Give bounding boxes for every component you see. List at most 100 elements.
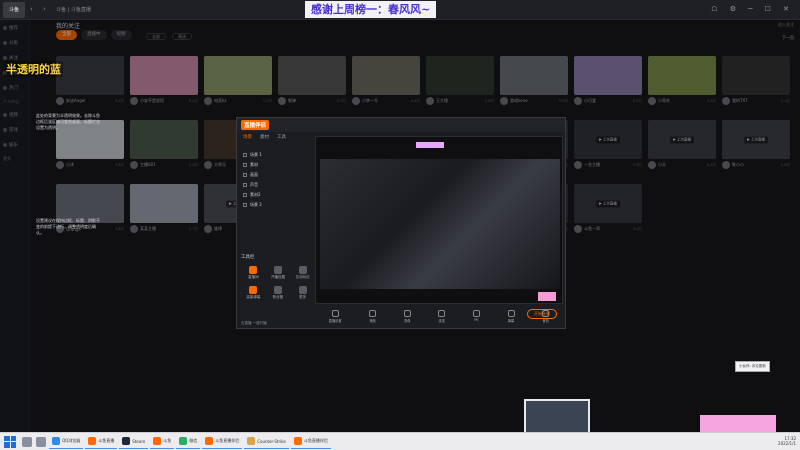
- tab-1[interactable]: 直播中: [81, 30, 107, 40]
- taskbar-app[interactable]: QQ浏览器: [49, 435, 84, 449]
- streamer-name[interactable]: 斗鱼一哥: [584, 226, 631, 232]
- tool-item[interactable]: 直播间: [241, 266, 266, 280]
- stream-card[interactable]: ▶ 上次直播 小天 8.2万: [648, 120, 716, 169]
- eye-icon[interactable]: [243, 163, 247, 167]
- taskbar-app[interactable]: Counter-Strike: [244, 435, 289, 449]
- streamer-name[interactable]: 小安不是说话: [140, 98, 187, 104]
- stream-thumbnail[interactable]: [352, 56, 420, 95]
- toolbar-button[interactable]: 弹幕: [507, 309, 515, 323]
- taskbar-app[interactable]: Steam: [119, 435, 149, 449]
- avatar[interactable]: [648, 97, 656, 105]
- stream-card[interactable]: ▶ 上次直播 一名主播 1.9万: [574, 120, 642, 169]
- stream-preview[interactable]: [315, 136, 563, 304]
- task-view-icon[interactable]: [36, 436, 46, 447]
- avatar[interactable]: [352, 97, 360, 105]
- search-icon[interactable]: [22, 436, 32, 447]
- avatar[interactable]: [574, 225, 582, 233]
- streamer-name[interactable]: 安迪Angel: [66, 98, 113, 104]
- toolbar-button[interactable]: 连麦: [438, 309, 446, 323]
- nav-arrows[interactable]: ‹ ›: [30, 5, 50, 13]
- taskbar-app[interactable]: 微信: [176, 435, 201, 449]
- streamer-name[interactable]: 一名主播: [584, 162, 631, 168]
- filter-all-button[interactable]: 全部: [146, 33, 166, 40]
- avatar[interactable]: [278, 97, 286, 105]
- stream-thumbnail[interactable]: [278, 56, 346, 95]
- stream-card[interactable]: 小哥灰 3.3万: [648, 56, 716, 105]
- stream-thumbnail[interactable]: [648, 56, 716, 95]
- eye-icon[interactable]: [243, 173, 247, 177]
- stream-card[interactable]: ▶ 上次直播 陈小小 2.5万: [722, 120, 790, 169]
- taskbar-app[interactable]: 斗鱼: [150, 435, 175, 449]
- companion-tab[interactable]: 工具: [277, 134, 286, 140]
- avatar[interactable]: [574, 97, 582, 105]
- scene-item[interactable]: 场景 2: [241, 200, 311, 210]
- stream-thumbnail[interactable]: ▶ 上次直播: [722, 120, 790, 159]
- stream-card[interactable]: 安迪Angel 3.1万: [56, 56, 124, 105]
- stream-card[interactable]: 某某主播 1.7万: [130, 184, 198, 233]
- scene-item[interactable]: 素材2: [241, 190, 311, 200]
- toolbar-button[interactable]: 直播设置: [329, 309, 342, 323]
- sidebar-item[interactable]: 热门: [0, 80, 29, 95]
- eye-icon[interactable]: [243, 203, 247, 207]
- taskbar-app[interactable]: 斗鱼直播: [85, 435, 118, 449]
- streamer-name[interactable]: 电竞kz: [214, 98, 261, 104]
- stream-thumbnail[interactable]: ▶ 上次直播: [574, 184, 642, 223]
- stream-thumbnail[interactable]: [426, 56, 494, 95]
- stream-thumbnail[interactable]: [130, 184, 198, 223]
- windows-start-icon[interactable]: [4, 435, 16, 448]
- enter-follow-link[interactable]: 进入关注: [778, 22, 794, 28]
- stream-thumbnail[interactable]: [130, 56, 198, 95]
- scene-item[interactable]: 素材: [241, 160, 311, 170]
- stream-card[interactable]: 小李一号 4.4万: [352, 56, 420, 105]
- sidebar-item[interactable]: 推荐: [0, 20, 29, 35]
- streamer-name[interactable]: 陈小小: [732, 162, 779, 168]
- streamer-name[interactable]: 王大锤: [436, 98, 483, 104]
- next-page-link[interactable]: 下一页: [782, 35, 794, 41]
- streamer-name[interactable]: 小李一号: [362, 98, 409, 104]
- stream-thumbnail[interactable]: [722, 56, 790, 95]
- streamer-name[interactable]: 小可爱: [584, 98, 631, 104]
- toolbar-button[interactable]: 录像: [403, 309, 411, 323]
- streamer-name[interactable]: 某某主播: [140, 226, 187, 232]
- streamer-name[interactable]: 小沐: [66, 162, 113, 168]
- avatar[interactable]: [56, 161, 64, 169]
- clock[interactable]: 17:32 2022/1/1: [778, 436, 796, 446]
- avatar[interactable]: [56, 97, 64, 105]
- stream-thumbnail[interactable]: ▶ 上次直播: [648, 120, 716, 159]
- avatar[interactable]: [130, 225, 138, 233]
- tool-item[interactable]: 高能弹幕: [241, 286, 266, 300]
- streamer-name[interactable]: 游戏kone: [510, 98, 557, 104]
- streamer-name[interactable]: 小哥灰: [658, 98, 705, 104]
- streamer-name[interactable]: 主播001: [140, 162, 187, 168]
- tool-item[interactable]: 更多: [290, 286, 315, 300]
- tool-item[interactable]: 互动玩法: [290, 266, 315, 280]
- sidebar-item[interactable]: 分类: [0, 35, 29, 50]
- avatar[interactable]: [204, 97, 212, 105]
- toolbar-button[interactable]: PK: [472, 310, 480, 322]
- window-controls[interactable]: ☖ ⚙ ─ ☐ ✕: [711, 5, 794, 13]
- stream-card[interactable]: 小可爱 2.2万: [574, 56, 642, 105]
- tool-item[interactable]: 开播设置: [266, 266, 291, 280]
- companion-tab[interactable]: 场景: [243, 134, 252, 140]
- stream-card[interactable]: 电竞kz 1.2万: [204, 56, 272, 105]
- avatar[interactable]: [574, 161, 582, 169]
- taskbar-app[interactable]: 斗鱼直播伴侣: [290, 435, 331, 449]
- avatar[interactable]: [130, 161, 138, 169]
- tool-item[interactable]: 粉丝团: [266, 286, 291, 300]
- stream-thumbnail[interactable]: [574, 56, 642, 95]
- tab-2[interactable]: 视频: [110, 30, 132, 40]
- stream-thumbnail[interactable]: ▶ 上次直播: [574, 120, 642, 159]
- stream-card[interactable]: 小安不是说话 5.2万: [130, 56, 198, 105]
- sidebar-item[interactable]: 游戏: [0, 122, 29, 137]
- start-live-button[interactable]: 开始直播: [527, 309, 557, 319]
- stream-thumbnail[interactable]: [500, 56, 568, 95]
- avatar[interactable]: [722, 161, 730, 169]
- companion-tab[interactable]: 素材: [260, 134, 269, 140]
- sidebar-item[interactable]: 视频: [0, 107, 29, 122]
- stream-card[interactable]: ▶ 上次直播 斗鱼一哥 3.4万: [574, 184, 642, 233]
- stream-card[interactable]: 王大锤 1.8万: [426, 56, 494, 105]
- scene-item[interactable]: 声音: [241, 180, 311, 190]
- eye-icon[interactable]: [243, 153, 247, 157]
- stream-card[interactable]: 钢弹 2.7万: [278, 56, 346, 105]
- filter-button[interactable]: 筛选: [172, 33, 192, 40]
